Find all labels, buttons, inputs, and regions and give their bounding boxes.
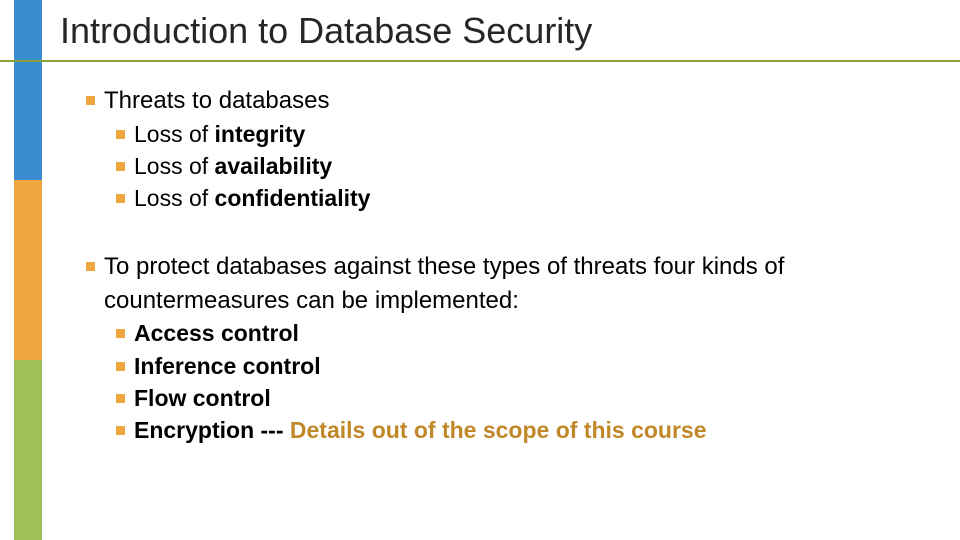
bold: integrity — [215, 121, 306, 147]
bold: Encryption --- — [134, 417, 290, 443]
bullet-countermeasures: To protect databases against these types… — [82, 250, 932, 317]
spacer — [82, 214, 932, 250]
bullet-encryption: Encryption --- Details out of the scope … — [112, 414, 932, 446]
slide: Introduction to Database Security Threat… — [0, 0, 960, 540]
bullet-availability: Loss of availability — [112, 150, 932, 182]
bold: confidentiality — [215, 185, 371, 211]
bold: availability — [215, 153, 333, 179]
txt: Loss of — [134, 153, 215, 179]
page-title: Introduction to Database Security — [60, 10, 592, 52]
txt: Loss of — [134, 185, 215, 211]
bullet-integrity: Loss of integrity — [112, 118, 932, 150]
bold: Inference control — [134, 353, 321, 379]
txt: Loss of — [134, 121, 215, 147]
content: Threats to databases Loss of integrity L… — [82, 84, 932, 446]
bold: Flow control — [134, 385, 271, 411]
bold: Access control — [134, 320, 299, 346]
stripe-green — [14, 360, 42, 540]
highlight: Details out of the scope of this course — [290, 417, 707, 443]
bullet-flow-control: Flow control — [112, 382, 932, 414]
bullet-inference-control: Inference control — [112, 350, 932, 382]
bullet-threats: Threats to databases — [82, 84, 932, 118]
stripe-gold — [14, 180, 42, 360]
stripe-blue — [14, 0, 42, 180]
bullet-confidentiality: Loss of confidentiality — [112, 182, 932, 214]
title-rule — [0, 60, 960, 62]
bullet-access-control: Access control — [112, 317, 932, 349]
